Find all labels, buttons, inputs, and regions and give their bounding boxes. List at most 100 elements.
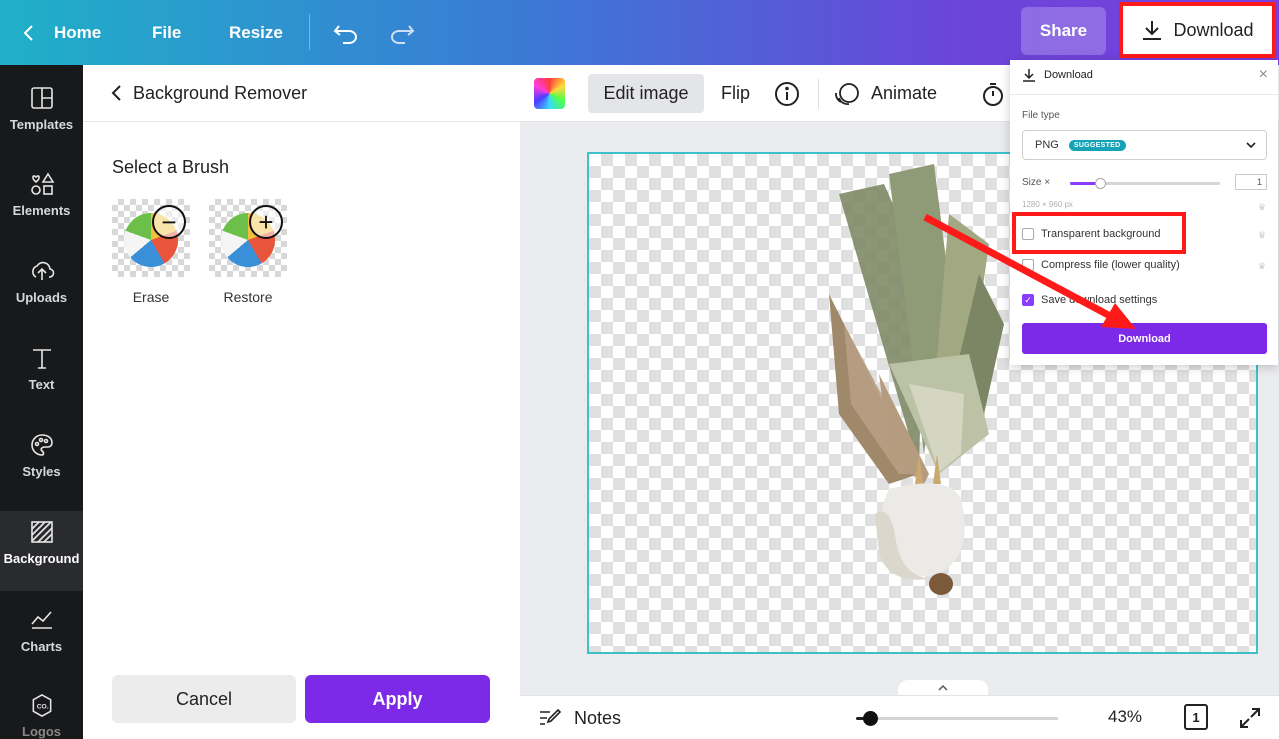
share-button[interactable]: Share [1021, 7, 1106, 55]
suggested-badge: SUGGESTED [1068, 139, 1126, 151]
brush-selector: Select a Brush − Erase + Restore [103, 147, 311, 315]
flip-button[interactable]: Flip [721, 74, 750, 113]
undo-icon [333, 24, 357, 44]
download-button[interactable]: Download [1022, 323, 1267, 354]
zoom-slider-knob[interactable] [863, 711, 879, 726]
notes-label: Notes [574, 707, 622, 728]
file-menu[interactable]: File [152, 0, 181, 65]
rail-item-charts[interactable]: Charts [0, 607, 83, 687]
erase-label: Erase [132, 289, 170, 305]
erase-brush[interactable]: − Erase [112, 199, 190, 309]
fullscreen-button[interactable] [1238, 706, 1262, 735]
download-panel-header: Download [1022, 68, 1093, 82]
stopwatch-icon [983, 82, 1003, 106]
home-button[interactable]: Home [22, 0, 101, 65]
panel-header: Background Remover [83, 65, 520, 122]
text-icon [32, 349, 51, 369]
save-settings-option[interactable]: ✓ Save download settings [1022, 294, 1157, 306]
redo-button[interactable] [389, 0, 415, 65]
collapse-notes-tab[interactable] [898, 680, 988, 696]
zoom-level[interactable]: 43% [1108, 707, 1142, 727]
info-icon [775, 81, 799, 106]
download-icon [1143, 21, 1162, 40]
animate-button[interactable]: Animate [833, 74, 937, 113]
close-icon[interactable]: × [1259, 66, 1268, 84]
charts-icon [30, 611, 52, 629]
left-rail: Templates Elements Uploads Text Styles B… [0, 65, 83, 739]
animate-label: Animate [871, 83, 938, 103]
topbar-divider [309, 14, 310, 50]
rail-label: Elements [12, 203, 71, 218]
background-icon [30, 521, 53, 543]
color-picker[interactable] [534, 78, 565, 109]
rail-item-uploads[interactable]: Uploads [0, 258, 83, 338]
rail-item-logos[interactable]: CO. Logos [0, 693, 83, 739]
background-remover-panel: Background Remover Select a Brush − Eras… [83, 65, 520, 739]
compress-option[interactable]: Compress file (lower quality) [1022, 259, 1180, 271]
size-slider[interactable] [1070, 178, 1220, 189]
file-type-select[interactable]: PNG SUGGESTED [1022, 130, 1267, 160]
download-top-label: Download [1173, 19, 1254, 40]
redo-icon [391, 24, 415, 44]
resize-button[interactable]: Resize [229, 0, 283, 65]
erase-thumbnail: − [112, 199, 190, 277]
pixel-dimensions: 1280 × 960 px [1022, 200, 1073, 209]
panel-title: Background Remover [133, 82, 308, 103]
restore-thumbnail: + [209, 199, 287, 277]
notes-button[interactable]: Notes [538, 707, 621, 729]
notes-icon [540, 708, 562, 725]
zoom-slider[interactable] [856, 711, 1058, 726]
save-settings-label: Save download settings [1041, 294, 1158, 306]
size-label: Size × [1022, 177, 1051, 188]
timing-button[interactable] [980, 74, 1006, 113]
back-chevron-icon[interactable] [111, 83, 123, 103]
rail-label: Templates [9, 117, 74, 132]
file-type-label: File type [1022, 110, 1060, 121]
expand-icon [1240, 708, 1260, 728]
logos-icon: CO. [32, 694, 51, 717]
top-bar: Home File Resize Share Download [0, 0, 1279, 65]
chevron-left-icon [23, 24, 33, 41]
page-count-button[interactable]: 1 [1184, 704, 1208, 730]
restore-label: Restore [223, 289, 273, 305]
animate-icon [835, 82, 859, 105]
undo-button[interactable] [333, 0, 359, 65]
rail-item-elements[interactable]: Elements [0, 171, 83, 251]
edit-image-button[interactable]: Edit image [588, 74, 704, 113]
info-button[interactable] [774, 74, 800, 113]
cancel-button[interactable]: Cancel [112, 675, 296, 723]
rail-label: Styles [22, 464, 61, 479]
rail-item-templates[interactable]: Templates [0, 85, 83, 165]
rail-item-text[interactable]: Text [0, 345, 83, 425]
crown-icon: ♛ [1257, 202, 1266, 212]
restore-brush[interactable]: + Restore [209, 199, 287, 309]
templates-icon [30, 87, 53, 109]
rail-label: Background [3, 551, 80, 566]
brush-title: Select a Brush [112, 157, 230, 177]
size-slider-knob[interactable] [1095, 178, 1106, 189]
rail-label: Text [28, 377, 55, 392]
rail-label: Charts [20, 639, 63, 654]
transparent-background-highlight [1012, 212, 1186, 254]
home-label: Home [54, 22, 102, 42]
chevron-down-icon [1246, 142, 1256, 149]
download-panel-title: Download [1044, 69, 1093, 81]
download-top-button[interactable]: Download [1119, 2, 1276, 58]
chevron-up-icon [938, 684, 948, 691]
minus-icon: − [152, 205, 186, 239]
uploads-icon [31, 261, 54, 280]
rail-item-styles[interactable]: Styles [0, 432, 83, 512]
download-icon [1023, 69, 1035, 82]
bottom-bar: Notes 43% 1 [520, 695, 1279, 739]
file-type-value: PNG [1035, 139, 1059, 151]
crown-icon: ♛ [1257, 230, 1266, 240]
size-row: Size × 1 [1022, 174, 1267, 190]
toolbar-divider [818, 79, 819, 109]
compress-checkbox[interactable] [1022, 259, 1034, 271]
svg-text:CO.: CO. [36, 703, 48, 710]
size-input[interactable]: 1 [1235, 174, 1267, 190]
rail-item-background[interactable]: Background [0, 511, 83, 591]
divider [1010, 94, 1278, 95]
apply-button[interactable]: Apply [305, 675, 490, 723]
save-settings-checkbox[interactable]: ✓ [1022, 294, 1034, 306]
